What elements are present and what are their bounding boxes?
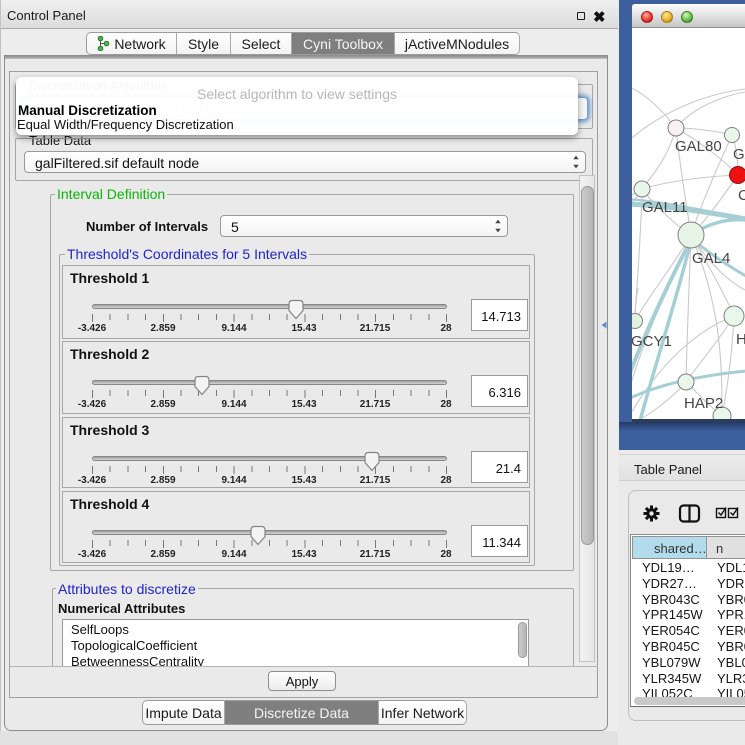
svg-text:GCY1: GCY1: [632, 333, 672, 350]
svg-text:GAL80: GAL80: [675, 138, 722, 155]
svg-text:GAL11: GAL11: [642, 199, 688, 216]
svg-text:HIS4: HIS4: [736, 331, 745, 348]
svg-text:HAP2: HAP2: [684, 395, 723, 412]
svg-text:GAL2: GAL2: [733, 146, 745, 163]
svg-text:CYC8: CYC8: [738, 187, 745, 204]
svg-text:GAL4: GAL4: [692, 250, 730, 267]
